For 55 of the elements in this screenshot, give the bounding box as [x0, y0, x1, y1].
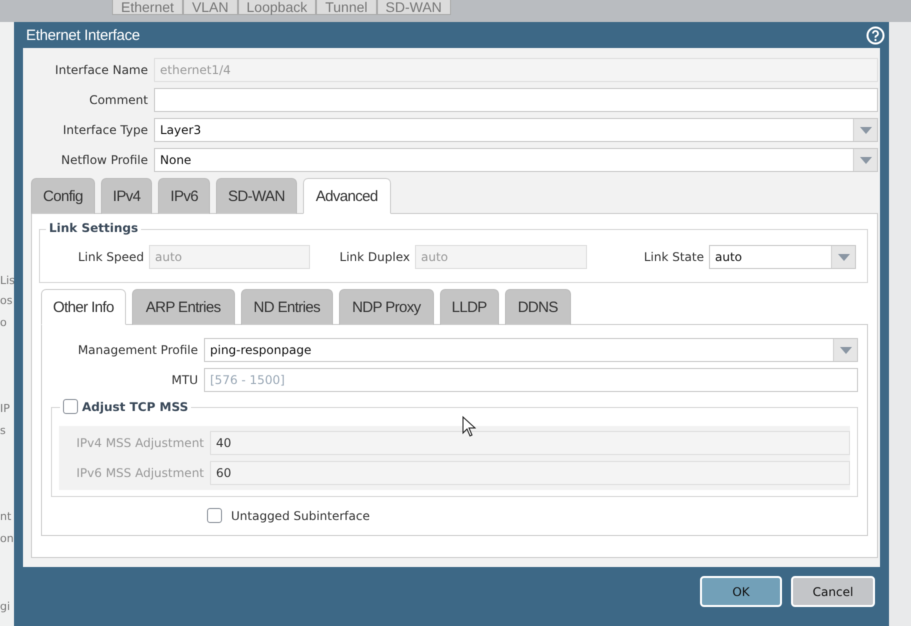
dropdown-button[interactable] [833, 339, 857, 361]
select-field[interactable]: Layer3 [154, 118, 878, 142]
tab[interactable]: ND Entries [240, 289, 334, 325]
background-text: gi [0, 600, 12, 614]
tab[interactable]: SD-WAN [216, 178, 297, 214]
background-text: nt [0, 510, 12, 524]
field-label: Comment [88, 93, 148, 107]
field-label: IPv4 MSS Adjustment [75, 436, 204, 450]
input-field[interactable] [154, 88, 878, 112]
background-text: s [0, 424, 7, 438]
checkbox-label: Untagged Subinterface [231, 508, 370, 522]
select-field[interactable]: None [154, 148, 878, 172]
tab[interactable]: LLDP [440, 289, 499, 325]
tab[interactable]: IPv4 [100, 178, 152, 214]
background-text: os [0, 294, 14, 308]
field-label: Link Speed [76, 250, 144, 264]
dropdown-button[interactable] [853, 149, 877, 171]
field-label: Netflow Profile [60, 153, 148, 167]
caret-icon [840, 346, 852, 354]
input-field[interactable]: 60 [210, 461, 850, 485]
background-text: Lis [0, 274, 14, 288]
caret-icon [860, 126, 872, 134]
tab[interactable]: DDNS [504, 289, 571, 325]
field-label: MTU [170, 373, 198, 387]
background-text: o [0, 316, 8, 330]
cursor-icon [462, 416, 476, 437]
dropdown-button[interactable] [831, 246, 855, 268]
cancel-button[interactable]: Cancel [791, 576, 875, 607]
tab[interactable]: Config [31, 178, 95, 214]
field-label: IPv6 MSS Adjustment [75, 466, 204, 480]
field-label: Management Profile [76, 343, 198, 357]
field-label: Interface Type [62, 123, 148, 137]
checkbox[interactable] [63, 399, 78, 414]
input-field[interactable]: 40 [210, 431, 850, 455]
caret-icon [838, 254, 850, 260]
background-text: on [0, 532, 14, 546]
field-label: Interface Name [54, 63, 148, 77]
tab[interactable]: Other Info [41, 289, 126, 325]
field-label: Link Duplex [338, 250, 410, 264]
tab[interactable]: IPv6 [158, 178, 210, 214]
tab[interactable]: ARP Entries [132, 289, 235, 325]
select-field[interactable]: auto [709, 245, 856, 269]
window-title: Ethernet Interface [26, 26, 140, 44]
background-text: IP [0, 402, 11, 416]
ok-button[interactable]: OK [700, 576, 782, 607]
select-field[interactable]: ping-responpage [204, 338, 858, 362]
help-icon[interactable] [866, 26, 885, 44]
tab[interactable]: Advanced [302, 178, 391, 214]
field-label: Link State [642, 250, 704, 264]
caret-icon [860, 156, 872, 164]
dropdown-button[interactable] [853, 119, 877, 141]
checkbox[interactable] [207, 508, 222, 523]
group-title: Link Settings [46, 221, 142, 235]
tab[interactable]: NDP Proxy [339, 289, 434, 325]
group-title: Adjust TCP MSS [82, 400, 188, 414]
